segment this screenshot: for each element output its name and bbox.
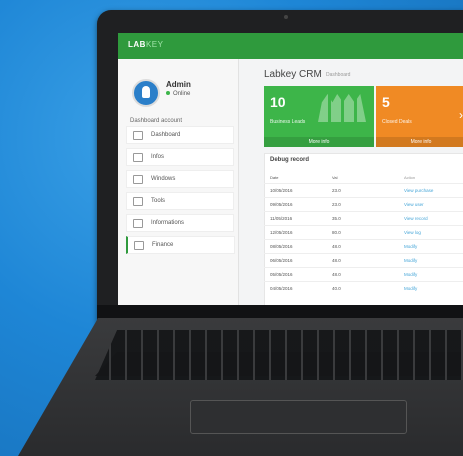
table-row: 12/05/2016 80.0 View log bbox=[264, 225, 463, 240]
user-status: Online bbox=[166, 91, 190, 97]
row-action-link[interactable]: Modify bbox=[404, 258, 417, 263]
keyboard-row bbox=[95, 352, 463, 376]
deals-tile[interactable]: 5 › Closed Deals More info bbox=[376, 86, 463, 147]
window-icon bbox=[133, 174, 143, 184]
finance-icon bbox=[134, 240, 144, 250]
row-date: 06/05/2016 bbox=[270, 258, 293, 263]
people-icon bbox=[318, 94, 366, 122]
table-row: 11/05/2016 35.0 View record bbox=[264, 211, 463, 226]
laptop-hinge bbox=[97, 305, 463, 318]
row-date: 09/05/2016 bbox=[270, 202, 293, 207]
row-value: 35.0 bbox=[332, 216, 341, 221]
table-row: 04/05/2016 40.0 Modify bbox=[264, 281, 463, 296]
logo-suffix: KEY bbox=[145, 40, 164, 49]
table-row: 05/05/2016 48.0 Modify bbox=[264, 267, 463, 282]
sidebar-item-informations[interactable]: Informations bbox=[126, 214, 234, 232]
row-date: 08/05/2016 bbox=[270, 244, 293, 249]
leads-tile[interactable]: 10 Business Leads More info bbox=[264, 86, 374, 147]
page-title: Labkey CRM bbox=[264, 69, 322, 80]
tools-icon bbox=[133, 196, 143, 206]
row-action-link[interactable]: View record bbox=[404, 216, 428, 221]
row-value: 80.0 bbox=[332, 230, 341, 235]
row-value: 48.0 bbox=[332, 244, 341, 249]
chevron-right-icon: › bbox=[459, 108, 463, 122]
sidebar-item-finance[interactable]: Finance bbox=[126, 236, 235, 254]
touchpad bbox=[190, 400, 407, 434]
sidebar-item-tools[interactable]: Tools bbox=[126, 192, 234, 210]
column-header: Action bbox=[404, 175, 416, 180]
column-header: Val bbox=[332, 175, 338, 180]
table-row: 09/05/2016 23.0 View user bbox=[264, 197, 463, 212]
row-action-link[interactable]: Modify bbox=[404, 244, 417, 249]
id-card-icon bbox=[133, 218, 143, 228]
sidebar-item-label: Dashboard bbox=[151, 132, 181, 138]
row-action-link[interactable]: View user bbox=[404, 202, 424, 207]
tile-more-info-link[interactable]: More info bbox=[264, 137, 374, 147]
sidebar-item-label: Informations bbox=[151, 220, 185, 226]
sidebar-item-label: Windows bbox=[151, 176, 176, 182]
sidebar-item-infos[interactable]: Infos bbox=[126, 148, 234, 166]
column-header: Date bbox=[270, 175, 279, 180]
webcam bbox=[284, 15, 288, 19]
top-bar bbox=[118, 33, 463, 59]
tile-label: Business Leads bbox=[270, 119, 306, 125]
laptop-screen: LABKEY Admin Online Dashboard account Da… bbox=[118, 33, 463, 305]
sidebar-section-title: Dashboard account bbox=[130, 118, 183, 124]
page-subtitle: Dashboard bbox=[326, 72, 351, 78]
table-row: 08/05/2016 48.0 Modify bbox=[264, 239, 463, 254]
row-action-link[interactable]: Modify bbox=[404, 286, 417, 291]
row-value: 23.0 bbox=[332, 188, 341, 193]
user-name: Admin bbox=[166, 80, 191, 89]
tile-value: 10 bbox=[270, 94, 286, 110]
row-date: 11/05/2016 bbox=[270, 216, 293, 221]
tile-value: 5 bbox=[382, 94, 390, 110]
sidebar-item-label: Finance bbox=[152, 242, 174, 248]
app-logo[interactable]: LABKEY bbox=[128, 40, 163, 49]
table-row: 06/05/2016 48.0 Modify bbox=[264, 253, 463, 268]
dashboard-icon bbox=[133, 130, 143, 140]
row-date: 12/05/2016 bbox=[270, 230, 293, 235]
sidebar-item-label: Infos bbox=[151, 154, 165, 160]
table-header: Date Val Action bbox=[264, 171, 463, 183]
panel-title: Debug record bbox=[270, 157, 310, 163]
row-value: 48.0 bbox=[332, 258, 341, 263]
row-action-link[interactable]: View purchase bbox=[404, 188, 433, 193]
row-date: 04/05/2016 bbox=[270, 286, 293, 291]
row-value: 23.0 bbox=[332, 202, 341, 207]
tile-label: Closed Deals bbox=[382, 119, 412, 125]
info-icon bbox=[133, 152, 143, 162]
row-value: 48.0 bbox=[332, 272, 341, 277]
row-date: 05/05/2016 bbox=[270, 272, 293, 277]
tile-more-info-link[interactable]: More info bbox=[376, 137, 463, 147]
logo-text: LAB bbox=[128, 40, 146, 49]
sidebar-item-label: Tools bbox=[151, 198, 166, 204]
row-action-link[interactable]: View log bbox=[404, 230, 421, 235]
row-value: 40.0 bbox=[332, 286, 341, 291]
sidebar-item-dashboard[interactable]: Dashboard bbox=[126, 126, 234, 144]
avatar bbox=[132, 79, 160, 107]
table-row: 10/05/2016 23.0 View purchase bbox=[264, 183, 463, 198]
row-date: 10/05/2016 bbox=[270, 188, 293, 193]
row-action-link[interactable]: Modify bbox=[404, 272, 417, 277]
sidebar-item-windows[interactable]: Windows bbox=[126, 170, 234, 188]
